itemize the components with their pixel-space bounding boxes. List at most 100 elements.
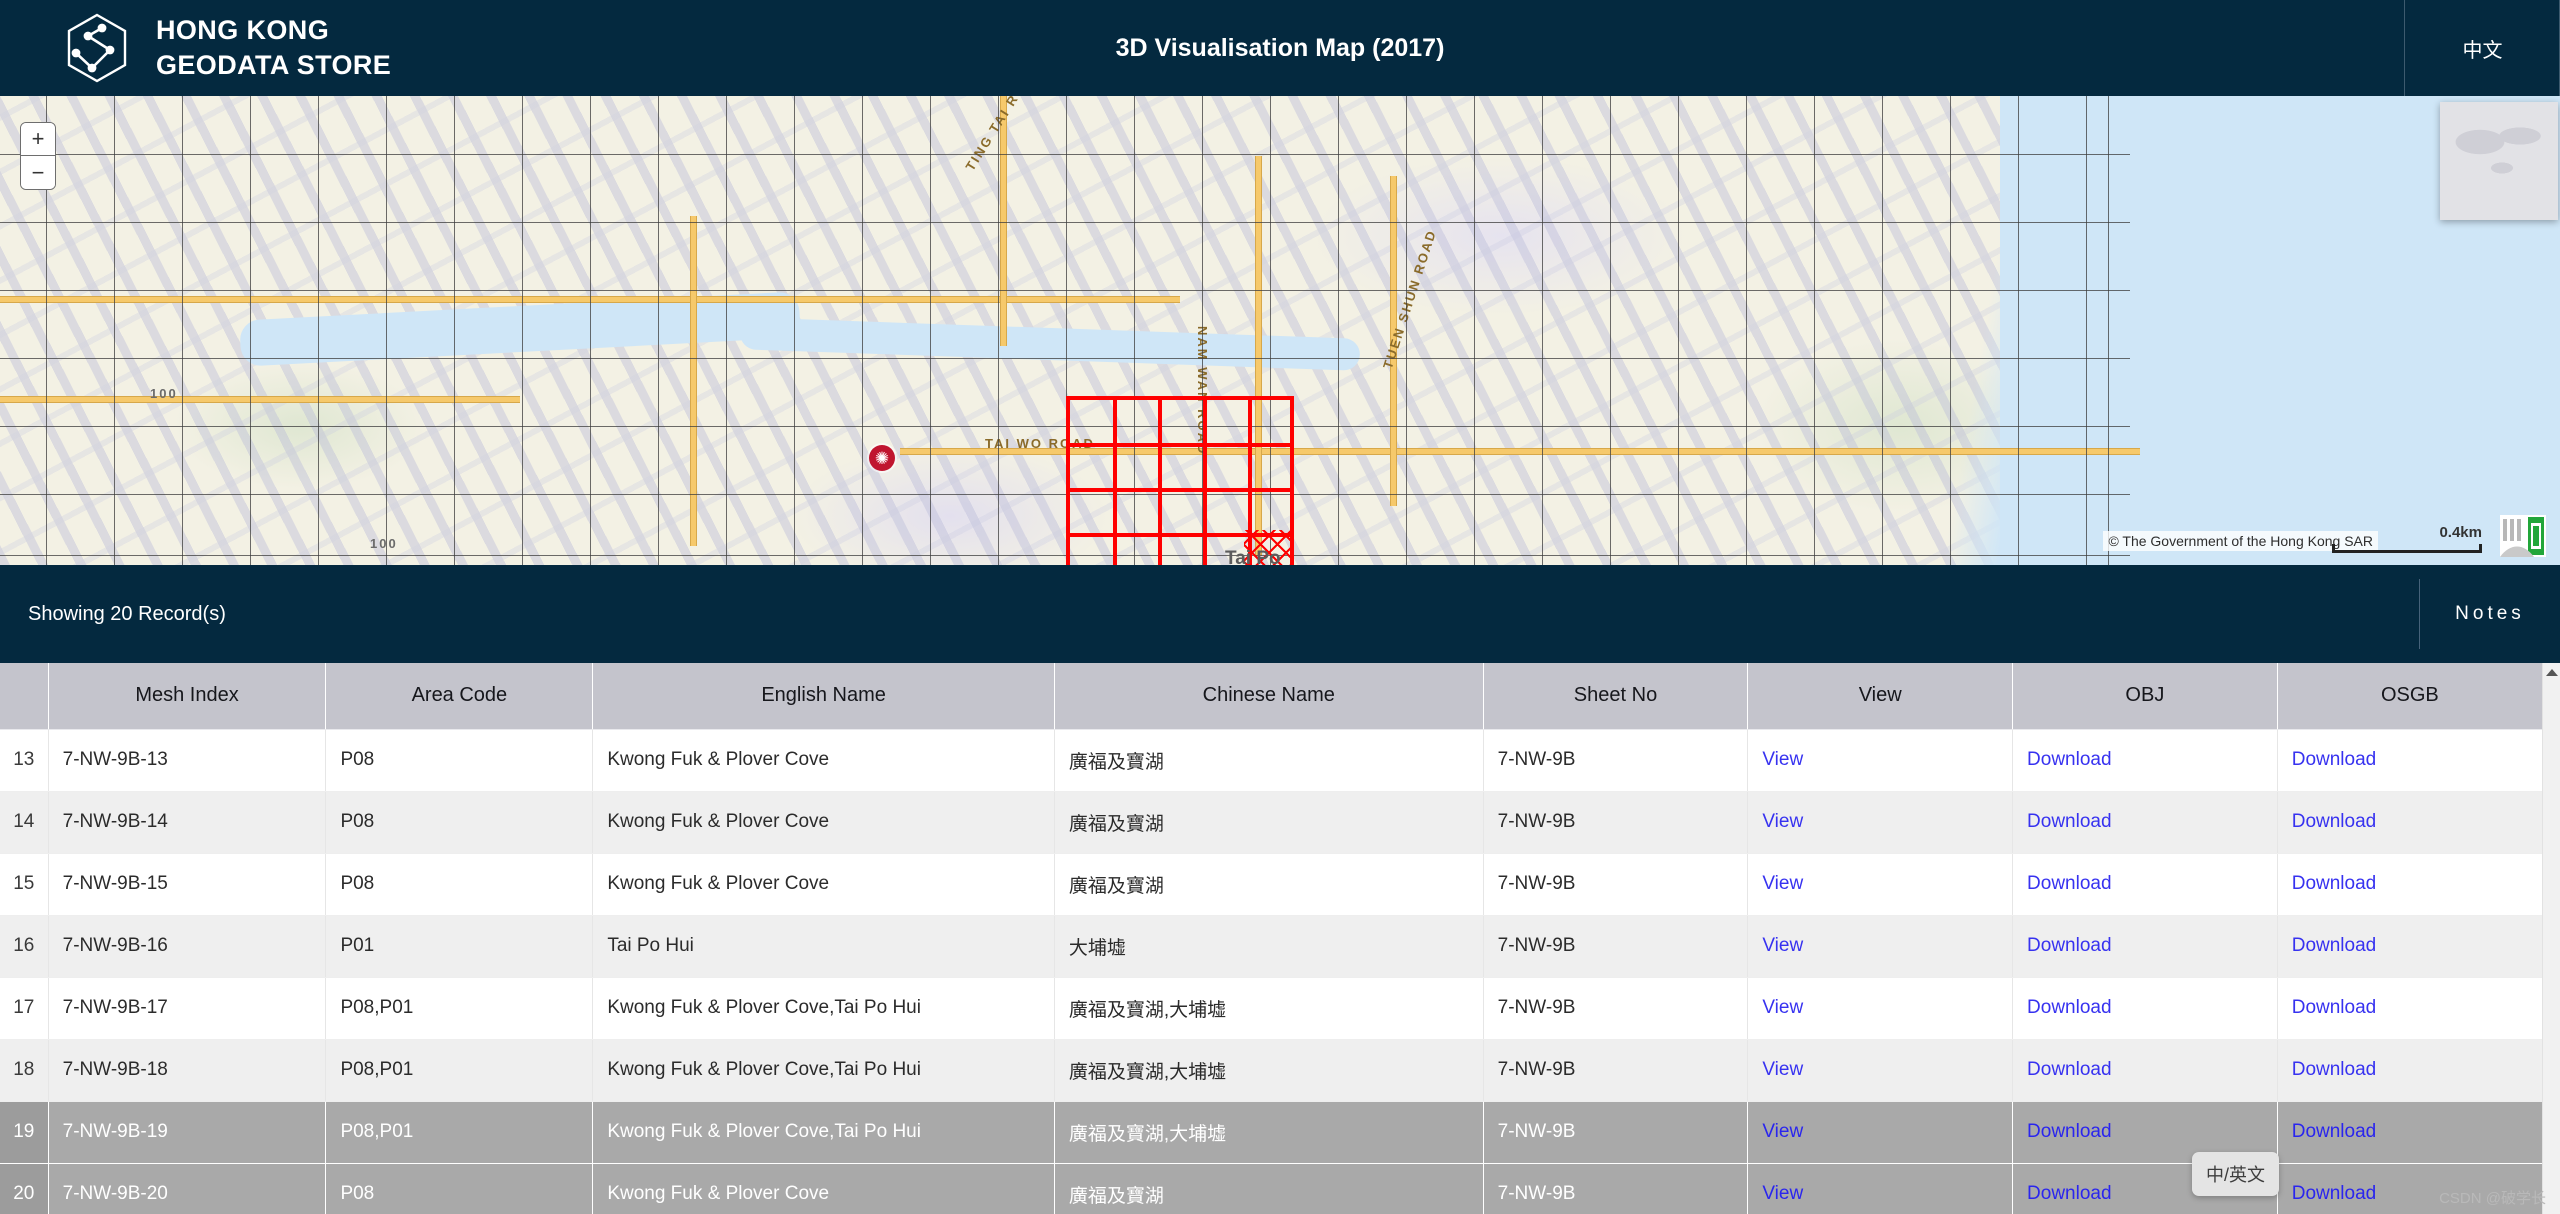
english-name-cell: Kwong Fuk & Plover Cove [593,853,1055,915]
column-header-mesh-index[interactable]: Mesh Index [48,663,326,729]
mesh-index-cell: 7-NW-9B-15 [48,853,326,915]
view-link[interactable]: View [1762,749,1803,770]
table-vertical-scrollbar[interactable] [2542,663,2560,1214]
sheet-no-cell: 7-NW-9B [1483,853,1748,915]
osgb-download-link[interactable]: Download [2292,997,2377,1018]
obj-download-link[interactable]: Download [2027,1059,2112,1080]
obj-download-link[interactable]: Download [2027,1121,2112,1142]
mesh-index-cell: 7-NW-9B-18 [48,1039,326,1101]
view-link[interactable]: View [1762,997,1803,1018]
view-cell: View [1748,791,2013,853]
chinese-name-cell: 廣福及寶湖,大埔墟 [1054,977,1483,1039]
table-row[interactable]: 187-NW-9B-18P08,P01Kwong Fuk & Plover Co… [0,1039,2542,1101]
area-code-cell: P08 [326,1163,593,1214]
results-bar: Showing 20 Record(s) Notes [0,565,2560,663]
osgb-download-link[interactable]: Download [2292,1183,2377,1204]
obj-download-link[interactable]: Download [2027,749,2112,770]
column-header-english-name[interactable]: English Name [593,663,1055,729]
column-header-osgb[interactable]: OSGB [2277,663,2542,729]
map-place-label: Tai Po [1225,548,1281,565]
results-table: Mesh Index Area Code English Name Chines… [0,663,2542,1214]
table-row[interactable]: 197-NW-9B-19P08,P01Kwong Fuk & Plover Co… [0,1101,2542,1163]
osgb-download-link[interactable]: Download [2292,1059,2377,1080]
zoom-out-button[interactable]: − [21,156,55,189]
table-row[interactable]: 167-NW-9B-16P01Tai Po Hui大埔墟7-NW-9BViewD… [0,915,2542,977]
sheet-no-cell: 7-NW-9B [1483,977,1748,1039]
view-link[interactable]: View [1762,873,1803,894]
osgb-cell: Download [2277,1039,2542,1101]
obj-cell: Download [2013,729,2278,791]
map-canvas[interactable]: TING TAI ROAD TAI WO ROAD NAM WAN ROAD T… [0,96,2560,565]
language-toggle-button[interactable]: 中文 [2405,0,2560,96]
mesh-index-cell: 7-NW-9B-20 [48,1163,326,1214]
osgb-cell: Download [2277,853,2542,915]
column-header-view[interactable]: View [1748,663,2013,729]
osgb-cell: Download [2277,915,2542,977]
app-header: HONG KONG GEODATA STORE 3D Visualisation… [0,0,2560,96]
osgb-download-link[interactable]: Download [2292,749,2377,770]
mesh-index-cell: 7-NW-9B-14 [48,791,326,853]
notes-button[interactable]: Notes [2420,565,2560,663]
obj-download-link[interactable]: Download [2027,873,2112,894]
obj-download-link[interactable]: Download [2027,811,2112,832]
table-row[interactable]: 207-NW-9B-20P08Kwong Fuk & Plover Cove廣福… [0,1163,2542,1214]
row-number-cell: 17 [0,977,48,1039]
table-header: Mesh Index Area Code English Name Chines… [0,663,2542,729]
view-cell: View [1748,853,2013,915]
view-link[interactable]: View [1762,935,1803,956]
chinese-name-cell: 廣福及寶湖,大埔墟 [1054,1101,1483,1163]
table-row[interactable]: 177-NW-9B-17P08,P01Kwong Fuk & Plover Co… [0,977,2542,1039]
view-link[interactable]: View [1762,1121,1803,1142]
osgb-cell: Download [2277,1101,2542,1163]
view-cell: View [1748,729,2013,791]
record-count-label: Showing 20 Record(s) [0,603,226,626]
osgb-download-link[interactable]: Download [2292,1121,2377,1142]
sheet-no-cell: 7-NW-9B [1483,729,1748,791]
english-name-cell: Kwong Fuk & Plover Cove,Tai Po Hui [593,1039,1055,1101]
row-number-cell: 20 [0,1163,48,1214]
column-header-chinese-name[interactable]: Chinese Name [1054,663,1483,729]
obj-download-link[interactable]: Download [2027,997,2112,1018]
chinese-name-cell: 廣福及寶湖 [1054,1163,1483,1214]
scroll-up-arrow-icon[interactable] [2546,669,2558,676]
obj-download-link[interactable]: Download [2027,935,2112,956]
osgb-download-link[interactable]: Download [2292,935,2377,956]
view-cell: View [1748,915,2013,977]
column-header-sheet-no[interactable]: Sheet No [1483,663,1748,729]
chinese-name-cell: 大埔墟 [1054,915,1483,977]
view-link[interactable]: View [1762,811,1803,832]
table-row[interactable]: 147-NW-9B-14P08Kwong Fuk & Plover Cove廣福… [0,791,2542,853]
osgb-cell: Download [2277,729,2542,791]
english-name-cell: Kwong Fuk & Plover Cove [593,791,1055,853]
sheet-no-cell: 7-NW-9B [1483,1039,1748,1101]
sheet-no-cell: 7-NW-9B [1483,1163,1748,1214]
lands-department-logo-icon [2500,515,2546,557]
area-code-cell: P01 [326,915,593,977]
area-code-cell: P08,P01 [326,1039,593,1101]
view-link[interactable]: View [1762,1059,1803,1080]
results-table-container[interactable]: Mesh Index Area Code English Name Chines… [0,663,2560,1214]
view-cell: View [1748,1163,2013,1214]
view-link[interactable]: View [1762,1183,1803,1204]
map-zoom-controls[interactable]: + − [20,122,56,190]
view-cell: View [1748,977,2013,1039]
osgb-cell: Download [2277,977,2542,1039]
row-number-cell: 15 [0,853,48,915]
column-header-rownum[interactable] [0,663,48,729]
osgb-download-link[interactable]: Download [2292,811,2377,832]
obj-cell: Download [2013,915,2278,977]
table-row[interactable]: 137-NW-9B-13P08Kwong Fuk & Plover Cove廣福… [0,729,2542,791]
zoom-in-button[interactable]: + [21,123,55,156]
overview-map-icon[interactable] [2440,102,2558,220]
column-header-obj[interactable]: OBJ [2013,663,2278,729]
selected-location-marker-icon[interactable]: ✺ [869,445,895,471]
row-number-cell: 18 [0,1039,48,1101]
english-name-cell: Kwong Fuk & Plover Cove [593,729,1055,791]
table-row[interactable]: 157-NW-9B-15P08Kwong Fuk & Plover Cove廣福… [0,853,2542,915]
english-name-cell: Tai Po Hui [593,915,1055,977]
column-header-area-code[interactable]: Area Code [326,663,593,729]
osgb-download-link[interactable]: Download [2292,873,2377,894]
selected-mesh-region[interactable] [1066,396,1294,565]
obj-download-link[interactable]: Download [2027,1183,2112,1204]
english-name-cell: Kwong Fuk & Plover Cove,Tai Po Hui [593,977,1055,1039]
